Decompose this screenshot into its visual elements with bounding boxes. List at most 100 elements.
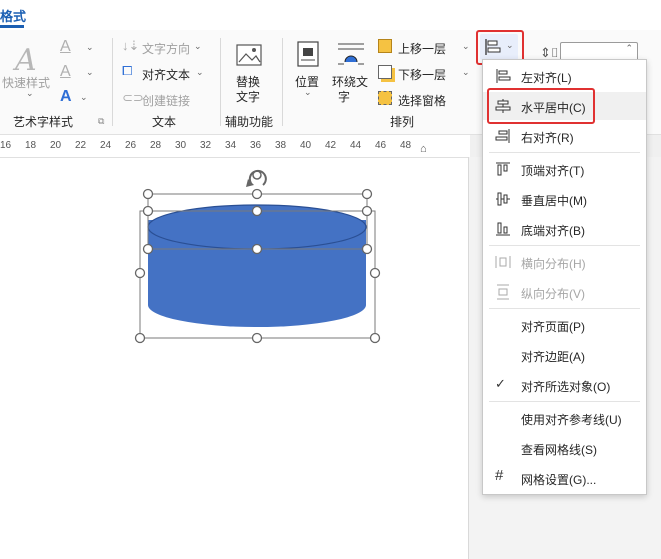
position-button[interactable]: 位置 ⌄ (292, 40, 324, 104)
group-divider (220, 38, 221, 126)
menu-item-label: 使用对齐参考线(U) (521, 413, 622, 427)
chevron-down-icon: ⌄ (304, 87, 312, 97)
menu-separator (489, 245, 640, 246)
menu-item-align-left[interactable]: 左对齐(L) (483, 62, 646, 90)
ruler-tick-label: 44 (350, 140, 362, 151)
menu-item-distribute-vertical: 纵向分布(V) (483, 278, 646, 306)
art-text-group-label: 艺术字样式 (13, 115, 74, 129)
text-fill-icon: A (60, 38, 71, 55)
ruler-tick-label: 24 (100, 140, 112, 151)
menu-item-use-guides[interactable]: 使用对齐参考线(U) (483, 404, 646, 432)
menu-item-align-to-page[interactable]: 对齐页面(P) (483, 311, 646, 339)
wrap-text-button[interactable]: 环绕文 字 (330, 40, 374, 104)
group-divider (112, 38, 113, 126)
text-direction-icon: ↓⇣ (122, 38, 140, 53)
bring-forward-button[interactable]: 上移一层 ⌄ (378, 38, 474, 56)
chevron-down-icon: ⌄ (196, 67, 204, 77)
bring-forward-label: 上移一层 (398, 42, 447, 56)
chevron-down-icon: ⌄ (86, 42, 94, 52)
align-text-label: 对齐文本 (142, 68, 191, 82)
menu-item-distribute-horizontal: 横向分布(H) (483, 248, 646, 276)
send-backward-button[interactable]: 下移一层 ⌄ (378, 64, 474, 82)
menu-item-label: 底端对齐(B) (521, 224, 585, 238)
ruler-tick-label: 28 (150, 140, 162, 151)
create-link-button[interactable]: ⊂⊃ 创建链接 (122, 90, 212, 108)
distribute-vertical-icon (497, 284, 509, 300)
menu-item-label: 对齐边距(A) (521, 350, 585, 364)
alt-text-icon (236, 44, 262, 66)
menu-item-align-top[interactable]: 顶端对齐(T) (483, 155, 646, 183)
menu-item-view-gridlines[interactable]: 查看网格线(S) (483, 434, 646, 462)
menu-item-grid-settings[interactable]: # 网格设置(G)... (483, 464, 646, 492)
tab-format[interactable]: 格式 (0, 6, 26, 25)
menu-item-align-selected[interactable]: ✓ 对齐所选对象(O) (483, 371, 646, 399)
ruler-tick-label: 20 (50, 140, 62, 151)
bring-forward-icon (378, 39, 392, 53)
menu-item-align-to-margin[interactable]: 对齐边距(A) (483, 341, 646, 369)
dialog-launcher-icon[interactable]: ⧉ (98, 116, 104, 127)
ruler-tick-label: 46 (375, 140, 387, 151)
menu-separator (489, 152, 640, 153)
ruler-tick-label: 30 (175, 140, 187, 151)
text-group-label: 文本 (152, 115, 177, 129)
menu-item-align-right[interactable]: 右对齐(R) (483, 122, 646, 150)
selection-pane-button[interactable]: 选择窗格 (378, 90, 474, 108)
group-divider (282, 38, 283, 126)
align-top-icon (496, 162, 510, 176)
quick-styles-button[interactable]: A 快速样式 ⌄ (2, 40, 52, 98)
active-tab-underline (0, 25, 24, 28)
svg-text:A: A (12, 43, 37, 76)
ruler-tick-label: 40 (300, 140, 312, 151)
menu-item-align-bottom[interactable]: 底端对齐(B) (483, 215, 646, 243)
chevron-down-icon: ⌄ (194, 41, 202, 51)
link-icon: ⊂⊃ (122, 90, 144, 105)
chevron-down-icon: ⌄ (462, 67, 470, 77)
align-middle-icon (496, 192, 510, 206)
ruler-tick-label: 26 (125, 140, 137, 151)
ruler-tick-label: 22 (75, 140, 87, 151)
indent-marker-icon[interactable]: ⌂ (420, 143, 427, 155)
align-text-button[interactable]: ⧠ 对齐文本 ⌄ (122, 63, 212, 82)
menu-item-align-middle[interactable]: 垂直居中(M) (483, 185, 646, 213)
align-right-icon (495, 129, 510, 143)
cylinder-shape[interactable] (130, 155, 400, 355)
send-backward-label: 下移一层 (398, 68, 447, 82)
rotate-handle-icon[interactable] (246, 169, 267, 187)
ruler-tick-label: 42 (325, 140, 337, 151)
text-fill-button[interactable]: A ⌄ (58, 38, 98, 58)
position-icon (297, 41, 319, 67)
chevron-down-icon: ⌄ (26, 88, 34, 98)
alt-text-button[interactable]: 替换 文字 (228, 40, 272, 104)
create-link-label: 创建链接 (142, 94, 191, 108)
ruler-tick-label: 18 (25, 140, 37, 151)
grid-icon: # (495, 467, 504, 484)
menu-item-label: 对齐所选对象(O) (521, 380, 611, 394)
accessibility-group-label: 辅助功能 (225, 115, 274, 129)
menu-item-label: 顶端对齐(T) (521, 164, 585, 178)
menu-item-label: 左对齐(L) (521, 71, 572, 85)
ruler-tick-label: 32 (200, 140, 212, 151)
ruler-tick-label: 38 (275, 140, 287, 151)
quick-styles-icon: A (12, 43, 37, 76)
text-outline-icon: A (60, 63, 71, 80)
check-icon: ✓ (495, 376, 506, 391)
distribute-horizontal-icon (495, 256, 511, 268)
chevron-down-icon: ⌄ (80, 92, 88, 102)
ruler-tick-label: 34 (225, 140, 237, 151)
text-effects-button[interactable]: A ⌄ (58, 88, 98, 108)
send-backward-icon (378, 65, 392, 79)
menu-item-label: 纵向分布(V) (521, 287, 585, 301)
ruler-tick-label: 16 (0, 140, 12, 151)
align-bottom-icon (496, 222, 510, 236)
ribbon-tab-bar: 格式 (0, 0, 661, 30)
arrange-group-label: 排列 (390, 115, 415, 129)
chevron-down-icon: ⌄ (86, 67, 94, 77)
menu-item-label: 横向分布(H) (521, 257, 586, 271)
text-direction-button[interactable]: ↓⇣ 文字方向 ⌄ (122, 38, 212, 56)
text-direction-label: 文字方向 (142, 42, 191, 56)
highlight-box-center-item (487, 88, 595, 124)
wrap-text-icon (338, 43, 364, 65)
text-outline-button[interactable]: A ⌄ (58, 63, 98, 83)
align-text-icon: ⧠ (122, 63, 133, 78)
menu-separator (489, 401, 640, 402)
